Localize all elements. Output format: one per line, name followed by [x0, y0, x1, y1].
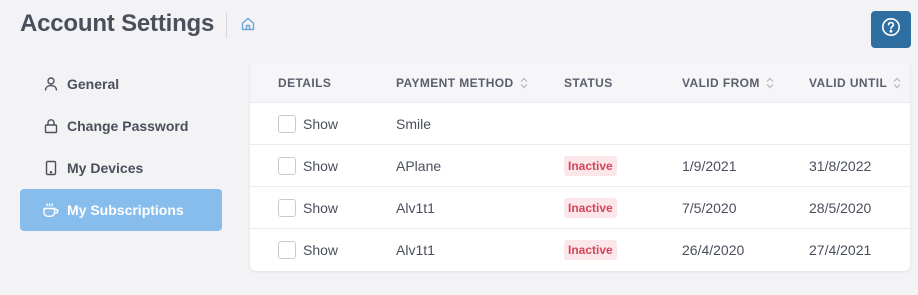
home-icon[interactable]: [240, 16, 256, 32]
status-cell: Inactive: [564, 155, 682, 176]
sidebar-item-general[interactable]: General: [20, 63, 222, 105]
status-badge: Inactive: [564, 240, 617, 260]
column-header-valid-until[interactable]: VALID UNTIL: [809, 76, 910, 90]
status-cell: Inactive: [564, 240, 682, 260]
valid-until-cell: 27/4/2021: [809, 242, 872, 258]
lock-icon: [42, 117, 60, 135]
payment-method-cell: Alv1t1: [396, 199, 435, 216]
column-header-payment-method[interactable]: PAYMENT METHOD: [396, 76, 564, 90]
table-row: Show Alv1t1 Inactive 7/5/2020 28/5/2020: [250, 187, 910, 229]
payment-method-cell: APlane: [396, 157, 442, 174]
sidebar-item-change-password[interactable]: Change Password: [20, 105, 222, 147]
page-title: Account Settings: [20, 10, 215, 37]
column-header-valid-from[interactable]: VALID FROM: [682, 76, 809, 90]
valid-until-cell: 31/8/2022: [809, 157, 872, 174]
subscriptions-table: DETAILS PAYMENT METHOD STATUS VALID FROM…: [250, 63, 910, 271]
status-badge: Inactive: [564, 155, 617, 176]
table-row: Show Alv1t1 Inactive 26/4/2020 27/4/2021: [250, 229, 910, 271]
user-icon: [42, 75, 60, 93]
payment-method-cell: Alv1t1: [396, 242, 435, 258]
table-row: Show Smile: [250, 103, 910, 145]
title-divider: [226, 12, 227, 38]
show-details-toggle[interactable]: Show: [278, 241, 396, 259]
sidebar-item-my-devices[interactable]: My Devices: [20, 147, 222, 189]
sidebar: General Change Password My Devices My Su…: [20, 63, 222, 231]
sidebar-item-label: General: [67, 76, 120, 92]
show-details-checkbox[interactable]: [278, 241, 296, 259]
show-details-toggle[interactable]: Show: [278, 198, 396, 217]
sidebar-item-label: Change Password: [67, 118, 189, 134]
table-row: Show APlane Inactive 1/9/2021 31/8/2022: [250, 145, 910, 187]
payment-method-cell: Smile: [396, 115, 432, 132]
sidebar-item-label: My Subscriptions: [67, 202, 184, 218]
valid-from-cell: 7/5/2020: [682, 199, 737, 216]
show-details-toggle[interactable]: Show: [278, 114, 396, 133]
status-badge: Inactive: [564, 197, 617, 218]
sidebar-item-my-subscriptions[interactable]: My Subscriptions: [20, 189, 222, 231]
sidebar-item-label: My Devices: [67, 160, 144, 176]
table-header: DETAILS PAYMENT METHOD STATUS VALID FROM…: [250, 63, 910, 103]
show-details-checkbox[interactable]: [278, 114, 296, 133]
show-details-checkbox[interactable]: [278, 156, 296, 175]
sort-icon[interactable]: [893, 77, 901, 89]
valid-until-cell: 28/5/2020: [809, 199, 872, 216]
column-header-status: STATUS: [564, 75, 613, 90]
valid-from-cell: 26/4/2020: [682, 242, 745, 258]
valid-from-cell: 1/9/2021: [682, 157, 737, 174]
sort-icon[interactable]: [766, 77, 774, 89]
column-header-details: DETAILS: [278, 75, 332, 90]
show-details-checkbox[interactable]: [278, 198, 296, 217]
coffee-cup-icon: [42, 201, 60, 219]
mobile-device-icon: [42, 159, 60, 177]
status-cell: Inactive: [564, 197, 682, 218]
help-circle-icon: [881, 17, 901, 42]
show-details-toggle[interactable]: Show: [278, 156, 396, 175]
sort-icon[interactable]: [520, 77, 528, 89]
help-button[interactable]: [871, 11, 911, 48]
